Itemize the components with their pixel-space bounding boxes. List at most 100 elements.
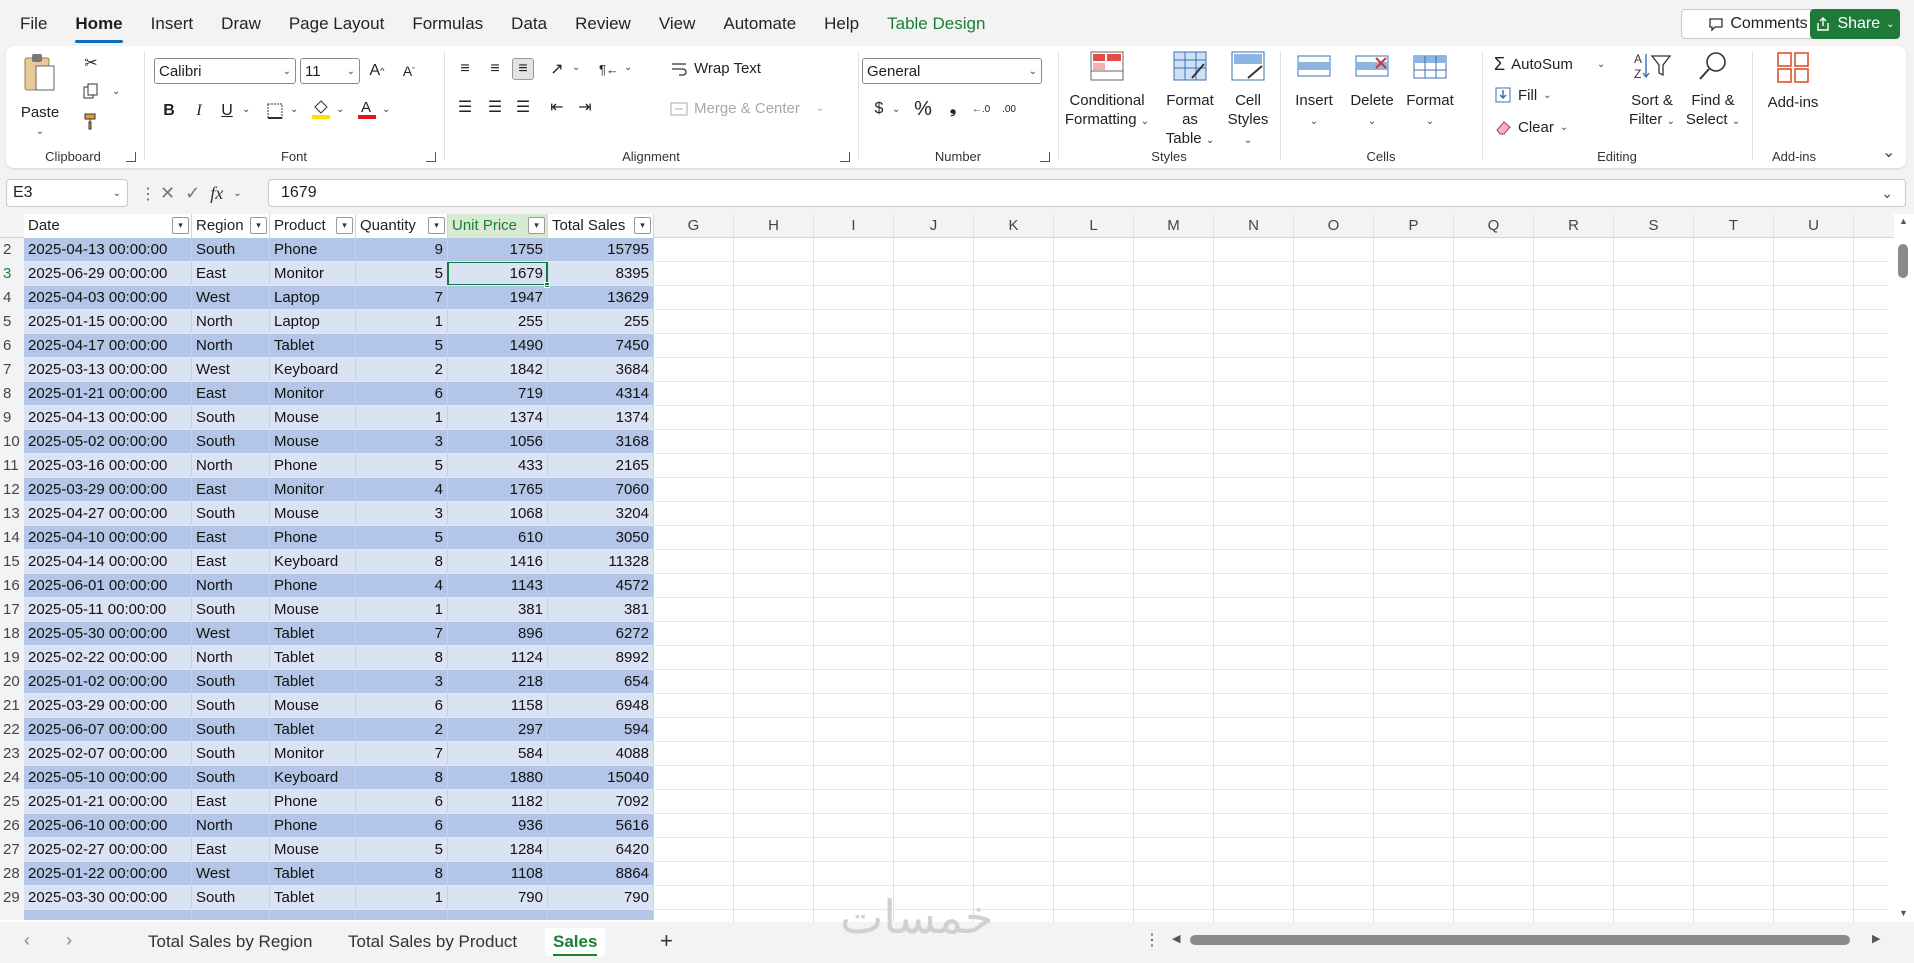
table-cell-quantity[interactable]: 1 (356, 598, 448, 622)
table-cell-quantity[interactable]: 8 (356, 646, 448, 670)
table-cell-product[interactable]: Tablet (270, 646, 356, 670)
table-cell-region[interactable]: West (192, 286, 270, 310)
table-cell-quantity[interactable]: 2 (356, 358, 448, 382)
prev-sheet-icon[interactable]: ‹ (24, 930, 30, 951)
table-cell-total-sales[interactable]: 1374 (548, 406, 654, 430)
table-cell-date[interactable]: 2025-05-30 00:00:00 (24, 622, 192, 646)
table-cell-product[interactable]: Phone (270, 526, 356, 550)
more-options-icon[interactable]: ⋮ (140, 184, 156, 204)
table-cell-region[interactable]: North (192, 574, 270, 598)
column-header[interactable]: N (1214, 214, 1294, 238)
table-cell-total-sales[interactable]: 790 (548, 886, 654, 910)
chevron-down-icon[interactable]: ⌄ (382, 104, 390, 115)
table-cell-unit-price[interactable]: 1108 (448, 862, 548, 886)
tab-formulas[interactable]: Formulas (398, 10, 497, 40)
comma-icon[interactable]: ❟ (942, 98, 964, 120)
table-cell-product[interactable]: Tablet (270, 886, 356, 910)
table-cell-date[interactable]: 2025-02-27 00:00:00 (24, 838, 192, 862)
row-header[interactable]: 20 (0, 670, 24, 694)
table-cell-quantity[interactable]: 7 (356, 286, 448, 310)
column-header[interactable]: P (1374, 214, 1454, 238)
increase-font-icon[interactable]: A ^ (366, 60, 388, 82)
vertical-scroll-thumb[interactable] (1898, 244, 1908, 278)
filter-dropdown-icon[interactable]: ▾ (336, 217, 353, 234)
row-header[interactable]: 10 (0, 430, 24, 454)
table-header-quantity[interactable]: Quantity ▾ (356, 214, 448, 238)
table-cell-region[interactable]: East (192, 382, 270, 406)
table-cell-product[interactable]: Tablet (270, 718, 356, 742)
chevron-down-icon[interactable]: ⌄ (242, 104, 250, 115)
table-cell-quantity[interactable]: 6 (356, 382, 448, 406)
add-sheet-icon[interactable]: + (660, 928, 673, 954)
table-cell-total-sales[interactable]: 255 (548, 310, 654, 334)
tab-view[interactable]: View (645, 10, 710, 40)
autosum-button[interactable]: Σ AutoSum ⌄ (1494, 54, 1605, 75)
table-cell-region[interactable]: East (192, 526, 270, 550)
row-header[interactable]: 15 (0, 550, 24, 574)
tab-automate[interactable]: Automate (709, 10, 810, 40)
table-cell-product[interactable]: Phone (270, 790, 356, 814)
table-cell-product[interactable]: Tablet (270, 670, 356, 694)
tab-page-layout[interactable]: Page Layout (275, 10, 398, 40)
table-cell-unit-price[interactable]: 1842 (448, 358, 548, 382)
row-header[interactable]: 29 (0, 886, 24, 910)
table-cell-total-sales[interactable]: 15795 (548, 238, 654, 262)
chevron-down-icon[interactable]: ⌄ (624, 62, 632, 73)
table-cell-date[interactable]: 2025-01-15 00:00:00 (24, 310, 192, 334)
scroll-down-icon[interactable]: ▼ (1899, 908, 1908, 918)
table-cell-total-sales[interactable]: 13629 (548, 286, 654, 310)
paste-button[interactable]: Paste ⌄ (20, 52, 60, 141)
table-cell-total-sales[interactable]: 654 (548, 670, 654, 694)
table-cell-total-sales[interactable]: 7092 (548, 790, 654, 814)
table-cell-quantity[interactable]: 2 (356, 718, 448, 742)
addins-button[interactable]: Add-ins (1760, 50, 1826, 112)
row-header[interactable]: 11 (0, 454, 24, 478)
orientation-icon[interactable]: ↗ (546, 58, 568, 80)
chevron-down-icon[interactable]: ⌄ (233, 188, 241, 199)
row-header[interactable]: 22 (0, 718, 24, 742)
table-cell-product[interactable]: Mouse (270, 502, 356, 526)
increase-indent-icon[interactable]: ⇥ (574, 96, 596, 118)
table-cell-total-sales[interactable]: 4314 (548, 382, 654, 406)
table-cell-product[interactable]: Mouse (270, 430, 356, 454)
tab-data[interactable]: Data (497, 10, 561, 40)
table-cell-region[interactable]: West (192, 622, 270, 646)
sheet-tab-total-sales-by-region[interactable]: Total Sales by Region (140, 928, 320, 956)
table-cell-product[interactable]: Phone (270, 238, 356, 262)
table-cell-quantity[interactable]: 5 (356, 838, 448, 862)
horizontal-scroll-thumb[interactable] (1190, 935, 1850, 945)
table-cell-unit-price[interactable]: 1124 (448, 646, 548, 670)
scroll-up-icon[interactable]: ▲ (1899, 216, 1908, 226)
merge-center-button[interactable]: Merge & Center ⌄ (670, 100, 824, 117)
filter-dropdown-icon[interactable]: ▾ (528, 217, 545, 234)
table-cell-date[interactable]: 2025-02-22 00:00:00 (24, 646, 192, 670)
worksheet-grid[interactable]: Date ▾ Region ▾ Product ▾ Quantity ▾ Unit Price ▾… (0, 214, 1914, 922)
font-launcher-icon[interactable] (426, 152, 436, 162)
table-cell-region[interactable]: South (192, 238, 270, 262)
table-cell-region[interactable]: East (192, 478, 270, 502)
decrease-indent-icon[interactable]: ⇤ (546, 96, 568, 118)
table-cell-date[interactable]: 2025-04-13 00:00:00 (24, 406, 192, 430)
chevron-down-icon[interactable]: ⌄ (572, 62, 580, 73)
table-cell-date[interactable]: 2025-06-10 00:00:00 (24, 814, 192, 838)
table-cell-region[interactable]: North (192, 814, 270, 838)
table-cell-unit-price[interactable]: 1143 (448, 574, 548, 598)
table-cell-quantity[interactable]: 5 (356, 454, 448, 478)
table-cell-total-sales[interactable]: 3684 (548, 358, 654, 382)
name-box[interactable]: E3 ⌄ (6, 179, 128, 207)
table-cell-total-sales[interactable]: 2165 (548, 454, 654, 478)
table-cell-unit-price[interactable]: 719 (448, 382, 548, 406)
table-cell-quantity[interactable]: 1 (356, 310, 448, 334)
table-cell-region[interactable]: East (192, 550, 270, 574)
table-cell-date[interactable]: 2025-03-29 00:00:00 (24, 694, 192, 718)
sheet-tab-total-sales-by-product[interactable]: Total Sales by Product (340, 928, 525, 956)
format-as-table-button[interactable]: Format as Table ⌄ (1158, 50, 1222, 150)
table-cell-quantity[interactable]: 5 (356, 334, 448, 358)
font-name-select[interactable]: Calibri ⌄ (154, 58, 296, 84)
row-header[interactable]: 4 (0, 286, 24, 310)
table-cell-unit-price[interactable]: 1755 (448, 238, 548, 262)
row-header[interactable]: 24 (0, 766, 24, 790)
tab-home[interactable]: Home (61, 10, 136, 43)
table-cell-total-sales[interactable]: 594 (548, 718, 654, 742)
next-sheet-icon[interactable]: › (66, 930, 72, 951)
